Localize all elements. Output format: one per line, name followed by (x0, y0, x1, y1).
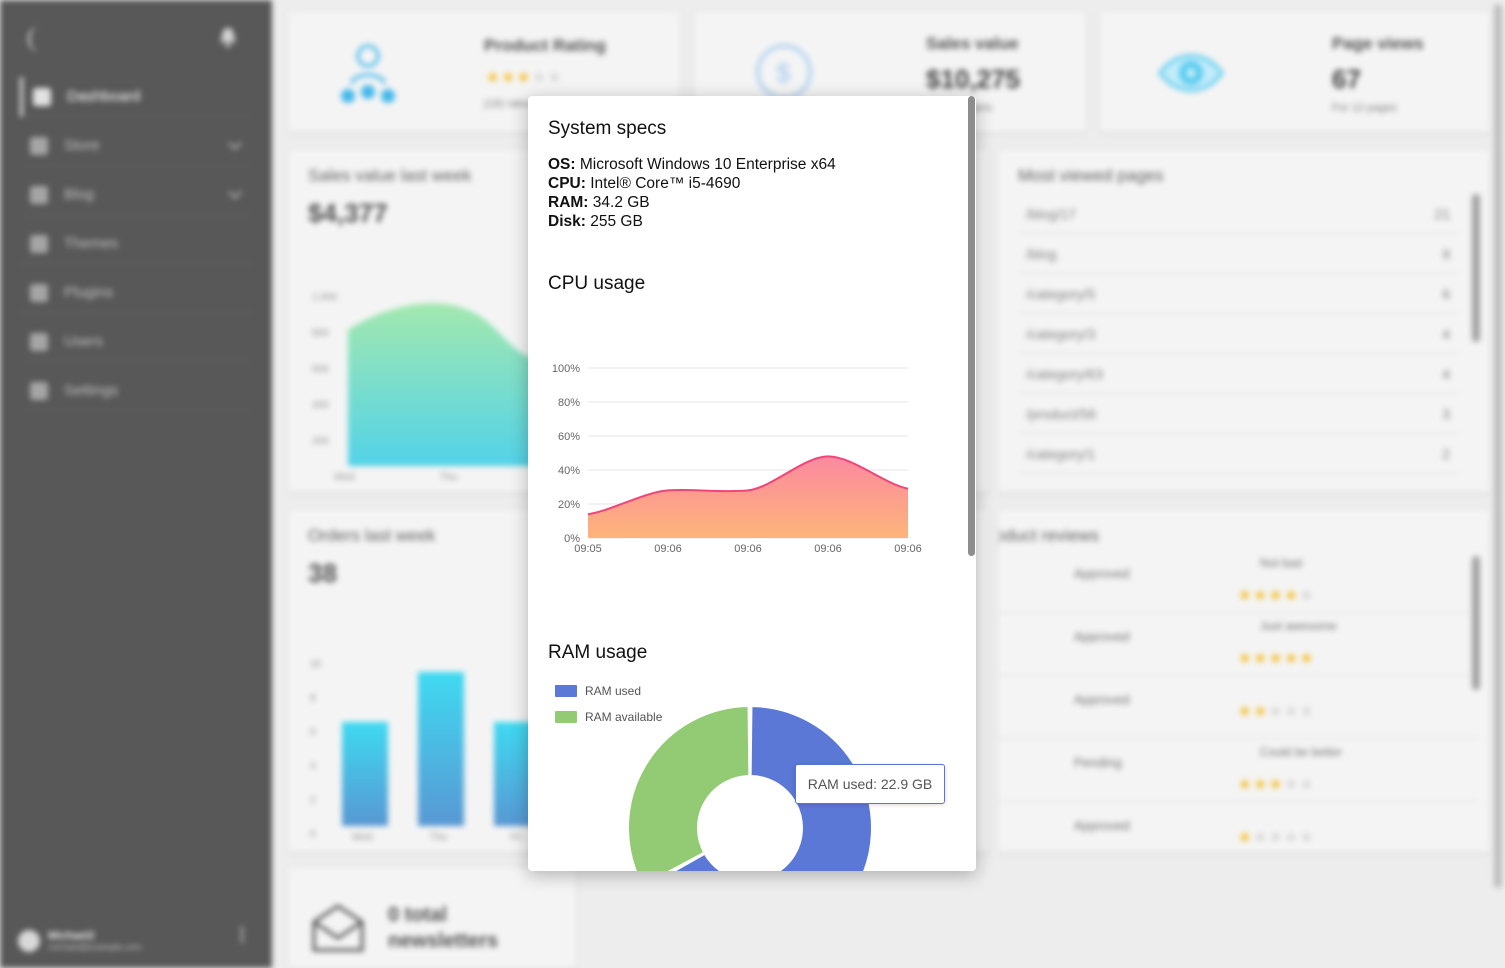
specs-title: System specs (548, 118, 667, 139)
chart-tooltip: RAM used: 22.9 GB (795, 764, 945, 804)
system-info-modal: System specs OS: Microsoft Windows 10 En… (528, 96, 976, 871)
cpu-title: CPU usage (548, 273, 646, 294)
spec-value: 34.2 GB (592, 194, 650, 211)
scrollbar-thumb[interactable] (968, 96, 975, 556)
cpu-usage-chart: 0%20%40%60%80%100% 09:05 09:06 09:06 09:06 0… (552, 363, 922, 555)
spec-key: Disk: (548, 213, 586, 230)
cpu-area (588, 456, 908, 538)
y-tick-label: 60% (558, 431, 580, 443)
spec-os: OS: Microsoft Windows 10 Enterprise x64 (548, 155, 836, 174)
modal-scrollbar[interactable] (967, 96, 976, 871)
x-tick-label: 09:06 (814, 543, 842, 555)
spec-value: Microsoft Windows 10 Enterprise x64 (579, 156, 836, 173)
spec-ram: RAM: 34.2 GB (548, 193, 650, 212)
slice-ram-available[interactable] (627, 704, 751, 871)
y-tick-label: 80% (558, 397, 580, 409)
spec-key: CPU: (548, 175, 586, 192)
x-tick-label: 09:06 (894, 543, 922, 555)
ram-title: RAM usage (548, 642, 648, 663)
spec-value: Intel® Core™ i5-4690 (590, 175, 741, 192)
spec-value: 255 GB (590, 213, 643, 230)
spec-key: OS: (548, 156, 576, 173)
spec-cpu: CPU: Intel® Core™ i5-4690 (548, 174, 740, 193)
spec-disk: Disk: 255 GB (548, 212, 643, 231)
spec-key: RAM: (548, 194, 589, 211)
y-tick-label: 100% (552, 363, 580, 375)
x-tick-label: 09:06 (734, 543, 762, 555)
x-tick-label: 09:06 (654, 543, 682, 555)
y-tick-label: 20% (558, 499, 580, 511)
x-tick-label: 09:05 (574, 543, 602, 555)
y-tick-label: 40% (558, 465, 580, 477)
